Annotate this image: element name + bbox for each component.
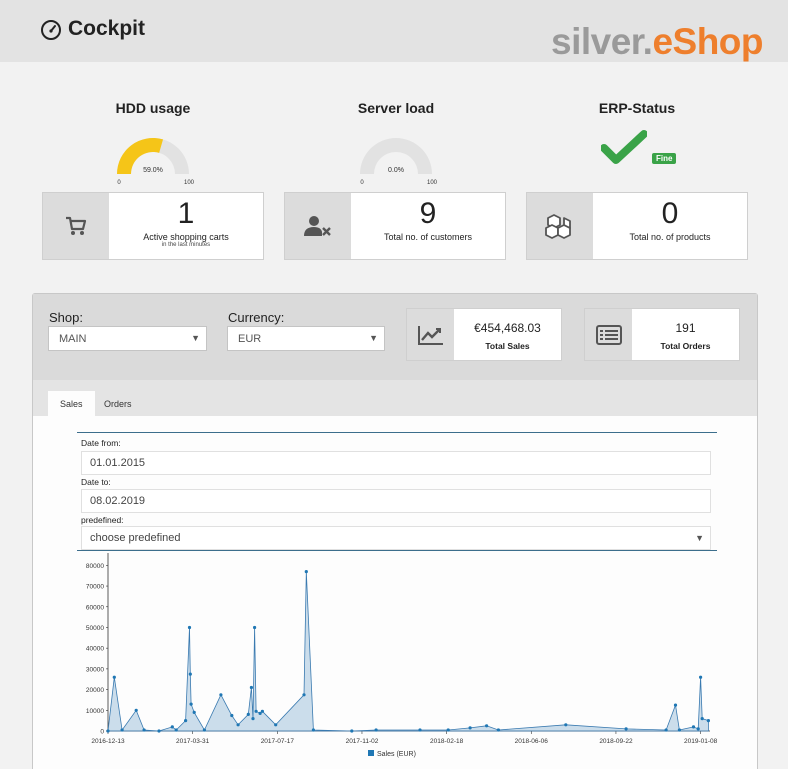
x-tick-label: 2017-03-31 [176, 738, 210, 745]
data-point[interactable] [350, 729, 354, 733]
data-point[interactable] [468, 726, 472, 730]
data-point[interactable] [564, 723, 568, 727]
data-point[interactable] [219, 693, 223, 697]
y-tick-label: 80000 [86, 563, 104, 570]
data-point[interactable] [254, 709, 258, 713]
data-point[interactable] [446, 728, 450, 732]
legend-swatch [368, 750, 374, 756]
data-point[interactable] [673, 703, 678, 707]
data-point[interactable] [253, 625, 257, 630]
data-point[interactable] [142, 728, 146, 732]
data-point[interactable] [260, 709, 264, 713]
data-point[interactable] [170, 725, 174, 729]
x-tick-label: 2018-02-18 [430, 738, 464, 745]
x-tick-label: 2017-11-02 [346, 738, 379, 745]
x-tick-label: 2018-06-06 [515, 738, 549, 745]
x-tick-label: 2019-01-08 [684, 738, 718, 745]
data-point[interactable] [251, 717, 255, 721]
data-point[interactable] [189, 702, 193, 706]
data-point[interactable] [112, 675, 116, 679]
data-point[interactable] [187, 625, 192, 630]
y-tick-label: 70000 [86, 584, 104, 591]
x-tick-label: 2018-09-22 [599, 738, 633, 745]
x-axis: 2016-12-13 2017-03-31 2017-07-17 2017-11-02… [91, 730, 718, 745]
data-point[interactable] [696, 727, 700, 731]
y-tick-label: 30000 [86, 666, 104, 673]
data-point[interactable] [699, 675, 703, 679]
y-tick-label: 40000 [86, 646, 104, 653]
y-tick-label: 10000 [86, 708, 104, 715]
data-point[interactable] [706, 719, 711, 723]
data-point[interactable] [192, 710, 196, 715]
chart-legend: Sales (EUR) [368, 750, 416, 758]
sales-area-chart: 0 10000 20000 30000 40000 50000 60000 70000 8000… [86, 553, 718, 758]
y-tick-label: 20000 [86, 687, 104, 694]
data-point[interactable] [274, 723, 278, 727]
data-point[interactable] [691, 725, 696, 729]
data-point[interactable] [120, 728, 124, 732]
data-point[interactable] [311, 728, 315, 732]
data-point[interactable] [236, 723, 240, 727]
data-point[interactable] [302, 693, 306, 697]
data-point[interactable] [496, 728, 500, 732]
data-point[interactable] [174, 728, 178, 732]
data-point[interactable] [246, 712, 250, 717]
y-axis: 0 10000 20000 30000 40000 50000 60000 70000 8000… [86, 553, 109, 736]
y-tick-label: 50000 [86, 625, 104, 632]
x-tick-label: 2017-07-17 [261, 738, 295, 745]
data-point[interactable] [230, 713, 234, 718]
data-point[interactable] [249, 685, 253, 690]
y-tick-label: 0 [100, 729, 104, 736]
data-point[interactable] [106, 729, 110, 733]
data-point[interactable] [418, 728, 422, 732]
x-tick-label: 2016-12-13 [91, 738, 125, 745]
data-point[interactable] [202, 728, 206, 732]
sales-area-series [107, 571, 709, 732]
data-point[interactable] [157, 729, 161, 733]
legend-label: Sales (EUR) [377, 751, 416, 758]
data-point[interactable] [188, 672, 192, 676]
data-point[interactable] [134, 708, 138, 712]
data-point[interactable] [374, 728, 378, 732]
y-tick-label: 60000 [86, 604, 104, 611]
data-point[interactable] [485, 724, 489, 728]
data-point[interactable] [664, 728, 668, 732]
data-point[interactable] [700, 717, 704, 721]
data-point[interactable] [184, 719, 188, 723]
data-point[interactable] [304, 570, 308, 574]
data-points [106, 570, 711, 733]
data-point[interactable] [677, 728, 682, 732]
data-point[interactable] [624, 727, 628, 731]
